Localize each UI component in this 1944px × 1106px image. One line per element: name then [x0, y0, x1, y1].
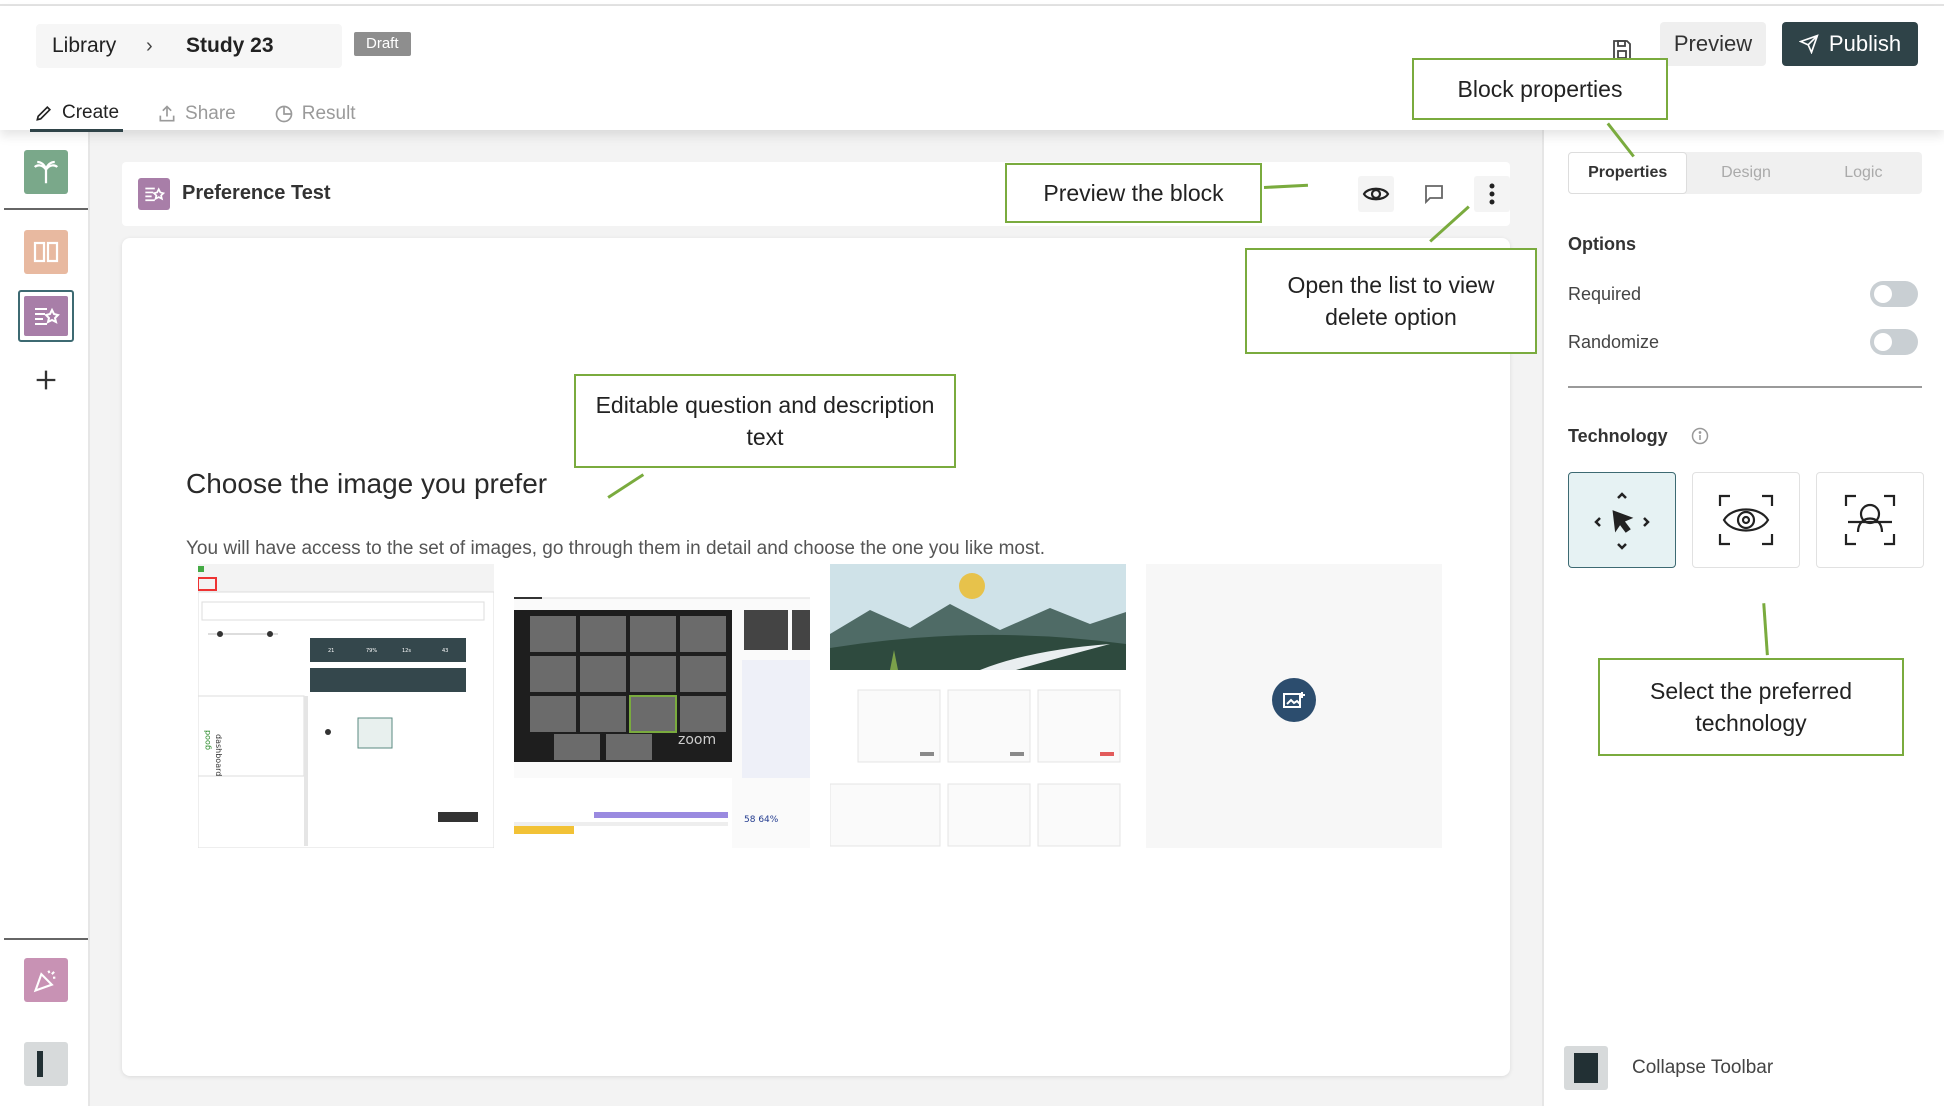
svg-text:58 64%: 58 64% [744, 815, 779, 825]
breadcrumb-study-name[interactable]: Study 23 [186, 34, 274, 58]
more-vertical-icon [1489, 183, 1495, 205]
tab-share-label: Share [185, 103, 236, 124]
rail-divider [4, 938, 88, 940]
panel-tabs: Properties Design Logic [1568, 152, 1922, 194]
collapse-toolbar-label: Collapse Toolbar [1632, 1057, 1774, 1078]
annotation-preview-block: Preview the block [1005, 163, 1262, 223]
eye-icon [1362, 187, 1390, 201]
collapse-toolbar-button[interactable]: Collapse Toolbar [1564, 1046, 1773, 1090]
required-label: Required [1568, 284, 1642, 304]
required-toggle[interactable] [1870, 281, 1918, 307]
preference-test-icon [24, 296, 68, 336]
svg-text:79%: 79% [366, 648, 377, 654]
question-title[interactable]: Choose the image you prefer [186, 468, 547, 500]
collapse-icon [1564, 1046, 1608, 1090]
svg-text:21: 21 [328, 648, 334, 654]
block-title[interactable]: Preference Test [182, 182, 331, 205]
tab-result[interactable]: Result [270, 96, 360, 132]
rail-divider [4, 208, 88, 210]
randomize-label: Randomize [1568, 332, 1660, 352]
eye-tracking-icon [1718, 494, 1774, 546]
svg-text:43: 43 [442, 648, 448, 654]
publish-button[interactable]: Publish [1782, 22, 1918, 66]
party-popper-icon [33, 970, 56, 993]
image-option-dashboard[interactable]: 21 79% 12s 43 dashboard good [198, 564, 494, 848]
add-block-button[interactable] [24, 358, 68, 402]
preview-block-button[interactable] [1358, 176, 1394, 212]
tab-design[interactable]: Design [1687, 152, 1804, 194]
tech-option-face[interactable] [1816, 472, 1924, 568]
palm-tree-icon [33, 160, 59, 184]
block-rail [0, 130, 90, 1106]
upload-image-icon[interactable] [1272, 678, 1316, 722]
landscape-screenshot [830, 564, 1126, 847]
chevron-right-icon: › [146, 34, 153, 57]
image-option-upload[interactable] [1146, 564, 1442, 848]
split-view-icon [33, 241, 59, 263]
comment-button[interactable] [1416, 176, 1452, 212]
tab-create-label: Create [62, 101, 120, 123]
technology-heading: Technology [1568, 426, 1668, 446]
annotation-editable-text: Editable question and description text [574, 374, 956, 468]
block-header: Preference Test [122, 162, 1510, 226]
face-tracking-icon [1844, 494, 1896, 546]
comment-icon [1425, 185, 1443, 205]
image-option-zoom[interactable]: zoom 58 64% [514, 564, 810, 848]
dashboard-screenshot: 21 79% 12s 43 dashboard good [198, 564, 494, 848]
annotation-block-properties: Block properties [1412, 58, 1668, 120]
tab-logic[interactable]: Logic [1805, 152, 1922, 194]
info-icon[interactable] [1690, 426, 1710, 451]
rail-thankyou-block[interactable] [24, 958, 68, 1002]
properties-panel: Properties Design Logic Options Required… [1542, 130, 1944, 1106]
annotation-select-technology: Select the preferred technology [1598, 658, 1904, 756]
tech-option-cursor[interactable] [1568, 472, 1676, 568]
block-more-menu-button[interactable] [1474, 176, 1510, 212]
randomize-toggle[interactable] [1870, 329, 1918, 355]
rail-welcome-block[interactable] [24, 150, 68, 194]
rail-toggle-panel[interactable] [24, 1042, 68, 1086]
svg-text:zoom: zoom [678, 732, 716, 748]
svg-text:12s: 12s [402, 648, 411, 654]
pie-chart-icon [275, 105, 293, 123]
rail-block-preference-test[interactable] [18, 290, 74, 342]
tab-result-label: Result [301, 103, 356, 124]
preview-button[interactable]: Preview [1660, 22, 1766, 66]
rail-block-split[interactable] [24, 230, 68, 274]
cursor-tracking-icon [1594, 492, 1650, 550]
tab-create[interactable]: Create [30, 96, 124, 132]
question-description[interactable]: You will have access to the set of image… [186, 538, 1045, 560]
block-body: Choose the image you prefer You will hav… [122, 238, 1510, 1076]
share-icon [159, 105, 175, 122]
plus-icon [36, 370, 56, 390]
svg-text:good: good [203, 730, 212, 750]
publish-label: Publish [1828, 31, 1902, 56]
zoom-meeting-screenshot: zoom 58 64% [514, 564, 810, 848]
image-option-landscape[interactable] [830, 564, 1126, 848]
mode-tabs: Create Share Result [30, 96, 390, 132]
panel-divider [1568, 386, 1922, 388]
svg-text:dashboard: dashboard [214, 734, 223, 776]
breadcrumb: Library › Study 23 [36, 24, 342, 68]
tech-option-eye[interactable] [1692, 472, 1800, 568]
tab-properties[interactable]: Properties [1568, 152, 1688, 194]
preference-test-icon [138, 178, 170, 210]
pencil-icon [36, 105, 52, 121]
tab-share[interactable]: Share [153, 96, 240, 132]
annotation-delete-option: Open the list to view delete option [1245, 248, 1537, 354]
status-badge: Draft [354, 32, 411, 56]
send-icon [1798, 34, 1819, 54]
panel-icon [37, 1051, 43, 1077]
options-heading: Options [1568, 234, 1636, 254]
breadcrumb-library[interactable]: Library [52, 34, 116, 58]
